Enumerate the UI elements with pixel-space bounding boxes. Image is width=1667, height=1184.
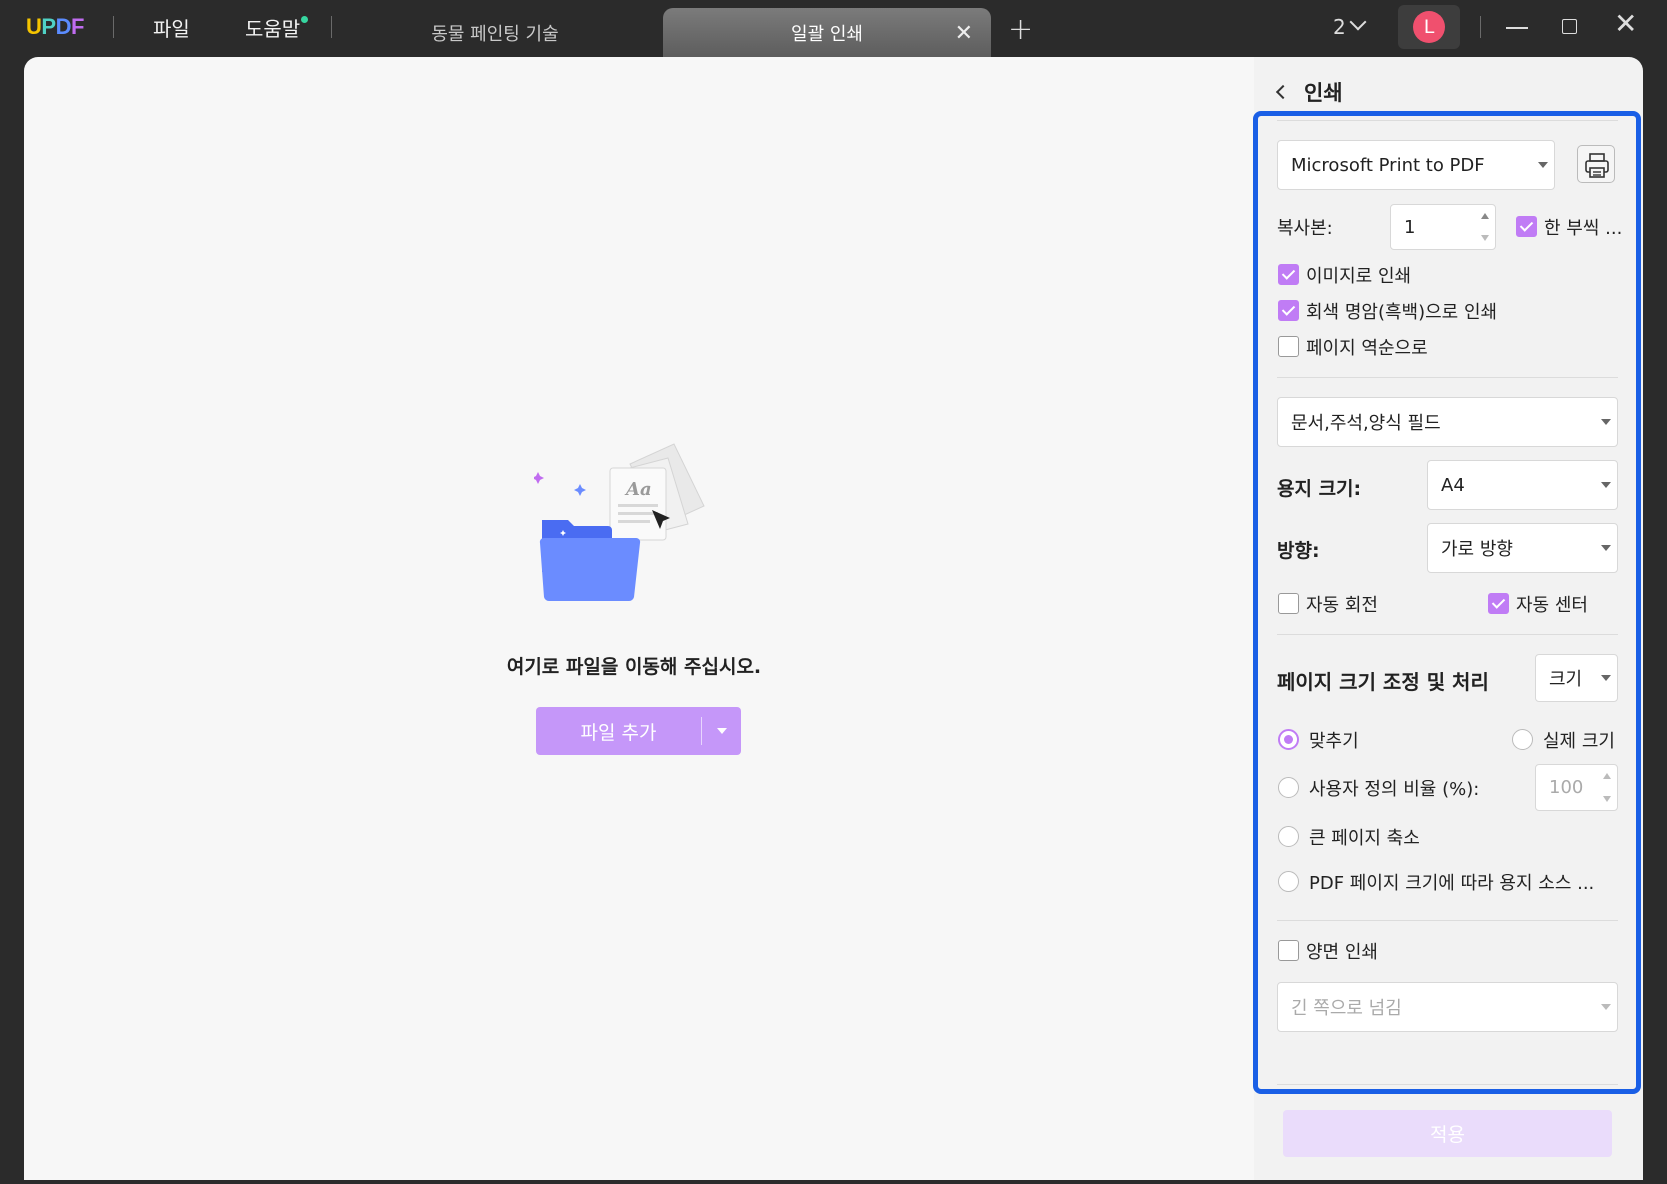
tab-label: 동물 페인팅 기술 — [431, 23, 559, 45]
minimize-icon[interactable] — [1506, 27, 1528, 29]
folder-illustration-icon: Aa — [534, 443, 705, 602]
tab-animal-painting[interactable]: 동물 페인팅 기술 — [330, 8, 660, 57]
tab-batch-print[interactable]: 일괄 인쇄 ✕ — [663, 8, 991, 57]
page-count[interactable]: 2 — [1333, 15, 1346, 39]
add-file-button[interactable]: 파일 추가 — [536, 707, 741, 755]
focus-highlight-frame — [1253, 111, 1641, 1094]
title-separator — [113, 16, 114, 38]
window-close-icon[interactable]: ✕ — [1614, 7, 1637, 40]
maximize-icon[interactable] — [1562, 19, 1577, 34]
help-notification-dot — [301, 16, 308, 23]
chevron-down-icon[interactable] — [1349, 13, 1367, 31]
apply-button[interactable]: 적용 — [1283, 1110, 1612, 1157]
avatar: L — [1413, 11, 1445, 43]
tab-label: 일괄 인쇄 — [791, 23, 863, 45]
title-bar: UPDF 파일 도움말 동물 페인팅 기술 일괄 인쇄 ✕ + 2 L ✕ — [0, 0, 1667, 57]
account-button[interactable]: L — [1398, 5, 1460, 49]
drop-hint-text: 여기로 파일을 이동해 주십시오. — [506, 656, 762, 678]
add-file-dropdown-icon[interactable] — [702, 728, 741, 734]
updf-logo: UPDF — [26, 14, 84, 39]
panel-title: 인쇄 — [1304, 81, 1343, 105]
menu-help[interactable]: 도움말 — [245, 13, 300, 42]
svg-text:Aa: Aa — [624, 479, 652, 500]
title-separator — [1480, 16, 1481, 38]
back-chevron-icon[interactable] — [1275, 84, 1291, 100]
add-file-label: 파일 추가 — [580, 721, 657, 744]
tab-close-icon[interactable]: ✕ — [955, 21, 973, 46]
print-panel-header: 인쇄 — [1272, 77, 1343, 107]
new-tab-plus-icon[interactable]: + — [1008, 12, 1033, 47]
menu-file[interactable]: 파일 — [153, 13, 190, 42]
